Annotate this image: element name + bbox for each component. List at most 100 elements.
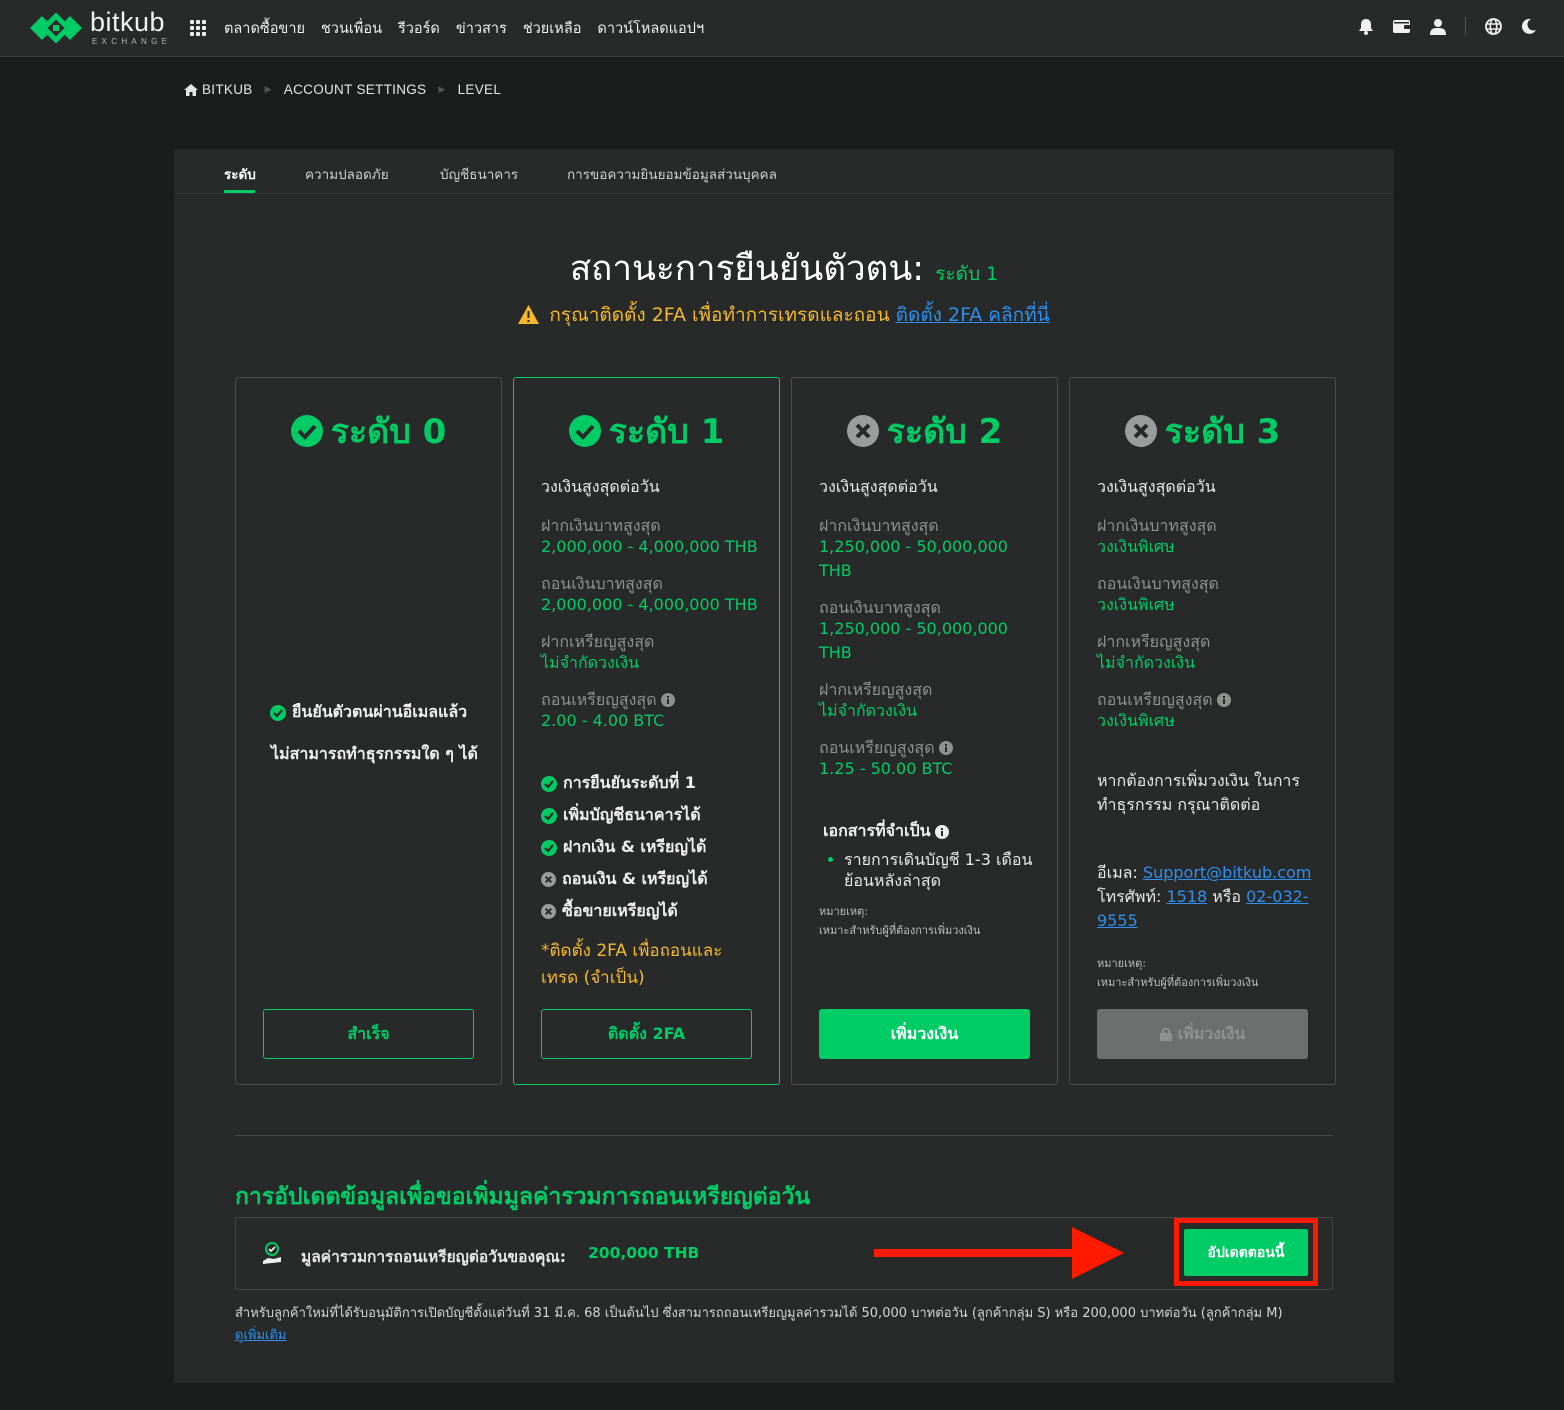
check-circle-icon xyxy=(290,415,323,447)
required-doc-item: รายการเดินบัญชี 1-3 เดือน ย้อนหลังล่าสุด xyxy=(826,849,1036,891)
info-icon[interactable] xyxy=(660,693,675,707)
check-circle-icon xyxy=(541,839,557,856)
level-0-card: ระดับ 0 ยืนยันตัวตนผ่านอีเมลแล้ว ไม่สามา… xyxy=(235,377,502,1085)
logo-subtitle: EXCHANGE xyxy=(92,37,172,46)
nav-news[interactable]: ข่าวสาร xyxy=(456,17,507,40)
level-1-check-verified: การยืนยันระดับที่ 1 xyxy=(541,771,696,796)
info-icon[interactable] xyxy=(934,824,949,839)
logo-wordmark: bitkub xyxy=(90,7,166,37)
lock-icon xyxy=(1159,1027,1172,1041)
coin-hand-icon xyxy=(263,1242,281,1264)
update-now-button[interactable]: อัปเดตตอนนี้ xyxy=(1184,1229,1308,1276)
check-circle-icon xyxy=(541,775,557,792)
update-section-title: การอัปเดตข้อมูลเพื่อขอเพิ่มมูลค่ารวมการถ… xyxy=(235,1184,811,1210)
breadcrumb-separator-icon: ▶ xyxy=(264,84,272,94)
globe-icon[interactable] xyxy=(1484,17,1502,35)
level-1-thb-withdraw-value: 2,000,000 - 4,000,000 THB xyxy=(541,595,758,614)
x-circle-icon xyxy=(846,415,879,447)
level-2-remark: หมายเหตุ: เหมาะสำหรับผู้ที่ต้องการเพิ่มว… xyxy=(819,905,981,937)
see-more-link[interactable]: ดูเพิ่มเติม xyxy=(235,1324,286,1345)
wallet-icon[interactable] xyxy=(1393,17,1411,35)
level-1-card: ระดับ 1 วงเงินสูงสุดต่อวัน ฝากเงินบาทสูง… xyxy=(513,377,780,1085)
install-2fa-link[interactable]: ติดตั้ง 2FA คลิกที่นี่ xyxy=(896,304,1050,326)
nav-download[interactable]: ดาวน์โหลดแอปฯ xyxy=(597,17,704,40)
level-2-thb-deposit-value: 1,250,000 - 50,000,000 THB xyxy=(819,537,1008,580)
red-arrow-annotation-icon xyxy=(874,1227,1124,1279)
x-circle-icon xyxy=(541,904,556,919)
top-navbar: bitkub EXCHANGE ตลาดซื้อขาย ชวนเพื่อน รี… xyxy=(0,0,1564,57)
nav-rewards[interactable]: รีวอร์ด xyxy=(398,17,440,40)
level-0-check-email: ยืนยันตัวตนผ่านอีเมลแล้ว xyxy=(270,700,467,725)
level-0-success-button[interactable]: สำเร็จ xyxy=(263,1009,474,1059)
withdraw-limit-label: มูลค่ารวมการถอนเหรียญต่อวันของคุณ: xyxy=(301,1248,566,1266)
withdraw-limit-value: 200,000 THB xyxy=(588,1244,700,1262)
level-2-card: ระดับ 2 วงเงินสูงสุดต่อวัน ฝากเงินบาทสูง… xyxy=(791,377,1058,1085)
level-1-daily-limit: วงเงินสูงสุดต่อวัน xyxy=(541,477,660,496)
check-circle-icon xyxy=(541,807,557,824)
nav-market[interactable]: ตลาดซื้อขาย xyxy=(224,17,305,40)
nav-referral[interactable]: ชวนเพื่อน xyxy=(321,17,382,40)
level-1-check-bank: เพิ่มบัญชีธนาคารได้ xyxy=(541,803,701,828)
warning-text: กรุณาติดตั้ง 2FA เพื่อทำการเทรดและถอน xyxy=(549,304,890,326)
check-circle-icon xyxy=(568,415,601,447)
tab-level[interactable]: ระดับ xyxy=(224,163,256,185)
level-2-coin-deposit-value: ไม่จำกัดวงเงิน xyxy=(819,701,918,720)
level-3-contact-intro: หากต้องการเพิ่มวงเงิน ในการทำธุรกรรม กรุ… xyxy=(1097,771,1300,814)
main-menu: ตลาดซื้อขาย ชวนเพื่อน รีวอร์ด ข่าวสาร ช่… xyxy=(224,17,720,40)
user-icon[interactable] xyxy=(1429,17,1447,35)
level-2-title: ระดับ 2 xyxy=(792,404,1057,458)
nav-divider xyxy=(1465,17,1466,35)
level-3-thb-deposit-value: วงเงินพิเศษ xyxy=(1097,537,1175,556)
verification-status-title: สถานะการยืนยันตัวตน: ระดับ 1 xyxy=(174,241,1394,296)
breadcrumb-level: LEVEL xyxy=(457,82,502,97)
level-2-coin-withdraw-value: 1.25 - 50.00 BTC xyxy=(819,759,953,778)
apps-grid-icon[interactable] xyxy=(190,20,206,36)
level-3-daily-limit: วงเงินสูงสุดต่อวัน xyxy=(1097,477,1216,496)
active-tab-indicator xyxy=(224,190,255,193)
info-icon[interactable] xyxy=(1216,693,1231,707)
breadcrumb-separator-icon: ▶ xyxy=(438,84,446,94)
level-1-check-deposit: ฝากเงิน & เหรียญได้ xyxy=(541,835,706,860)
section-divider xyxy=(235,1135,1333,1136)
level-3-card: ระดับ 3 วงเงินสูงสุดต่อวัน ฝากเงินบาทสูง… xyxy=(1069,377,1336,1085)
level-1-2fa-note: *ติดตั้ง 2FA เพื่อถอนและเทรด (จำเป็น) xyxy=(541,941,723,988)
level-3-contact-details: อีเมล: Support@bitkub.com โทรศัพท์: 1518… xyxy=(1097,863,1312,930)
level-1-check-trade: ซื้อขายเหรียญได้ xyxy=(541,899,678,924)
warning-icon xyxy=(518,305,540,324)
phone-1518-link[interactable]: 1518 xyxy=(1166,887,1207,906)
level-3-remark: หมายเหตุ: เหมาะสำหรับผู้ที่ต้องการเพิ่มว… xyxy=(1097,957,1259,989)
settings-tabs: ระดับ ความปลอดภัย บัญชีธนาคาร การขอความย… xyxy=(174,149,1394,194)
info-icon[interactable] xyxy=(938,741,953,755)
level-3-coin-deposit-value: ไม่จำกัดวงเงิน xyxy=(1097,653,1196,672)
status-level: ระดับ 1 xyxy=(935,263,999,285)
level-3-coin-withdraw-value: วงเงินพิเศษ xyxy=(1097,711,1175,730)
x-circle-icon xyxy=(1124,415,1157,447)
breadcrumb-account-settings[interactable]: ACCOUNT SETTINGS xyxy=(284,82,427,97)
withdraw-limit-box: มูลค่ารวมการถอนเหรียญต่อวันของคุณ: 200,0… xyxy=(235,1217,1333,1290)
tab-security[interactable]: ความปลอดภัย xyxy=(305,163,389,185)
bell-icon[interactable] xyxy=(1357,17,1375,35)
level-3-title: ระดับ 3 xyxy=(1070,404,1335,458)
support-email-link[interactable]: Support@bitkub.com xyxy=(1143,863,1311,882)
level-2-daily-limit: วงเงินสูงสุดต่อวัน xyxy=(819,477,938,496)
breadcrumb-home[interactable]: BITKUB xyxy=(202,82,253,97)
level-2-thb-withdraw-value: 1,250,000 - 50,000,000 THB xyxy=(819,619,1008,662)
nav-help[interactable]: ช่วยเหลือ xyxy=(523,17,582,40)
twofa-warning: กรุณาติดตั้ง 2FA เพื่อทำการเทรดและถอน ติ… xyxy=(174,300,1394,330)
breadcrumb: BITKUB ▶ ACCOUNT SETTINGS ▶ LEVEL xyxy=(184,82,501,97)
bitkub-logo-mark-icon xyxy=(30,12,82,44)
level-2-increase-limit-button[interactable]: เพิ่มวงเงิน xyxy=(819,1009,1030,1059)
bitkub-logo[interactable]: bitkub EXCHANGE xyxy=(28,7,173,47)
level-1-coin-deposit-value: ไม่จำกัดวงเงิน xyxy=(541,653,640,672)
level-1-title: ระดับ 1 xyxy=(514,404,779,458)
level-0-note: ไม่สามารถทำธุรกรรมใด ๆ ได้ xyxy=(271,744,478,763)
moon-icon[interactable] xyxy=(1520,17,1538,35)
settings-panel: ระดับ ความปลอดภัย บัญชีธนาคาร การขอความย… xyxy=(174,149,1394,1383)
level-3-increase-limit-button: เพิ่มวงเงิน xyxy=(1097,1009,1308,1059)
required-docs-title: เอกสารที่จำเป็น xyxy=(823,819,949,844)
tab-privacy-consent[interactable]: การขอความยินยอมข้อมูลส่วนบุคคล xyxy=(567,163,777,185)
level-1-coin-withdraw-value: 2.00 - 4.00 BTC xyxy=(541,711,665,730)
home-icon xyxy=(184,83,198,96)
install-2fa-button[interactable]: ติดตั้ง 2FA xyxy=(541,1009,752,1059)
tab-bank-account[interactable]: บัญชีธนาคาร xyxy=(440,163,518,185)
